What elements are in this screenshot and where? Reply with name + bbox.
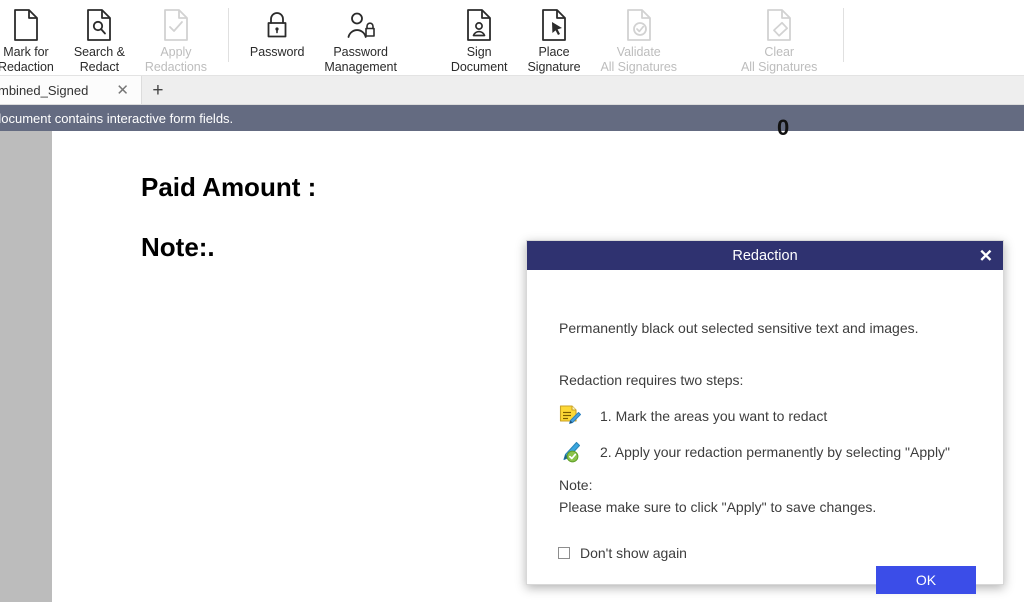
dialog-step-2-text: 2. Apply your redaction permanently by s… bbox=[600, 444, 951, 460]
application-window: Mark for Redaction Search & Redact Apply… bbox=[0, 0, 1024, 602]
toolbar-button-search-and-redact[interactable]: Search & Redact bbox=[64, 0, 135, 76]
redaction-toolbar: Mark for Redaction Search & Redact Apply… bbox=[0, 0, 1024, 76]
validate-all-signatures-icon bbox=[626, 8, 652, 42]
dialog-body: Permanently black out selected sensitive… bbox=[527, 270, 1003, 594]
toolbar-label-password-management: Password Management bbox=[324, 45, 397, 74]
toolbar-button-validate-all-signatures[interactable]: Validate All Signatures bbox=[591, 0, 687, 76]
dialog-step-1: 1. Mark the areas you want to redact bbox=[557, 403, 827, 429]
dialog-note-text: Please make sure to click "Apply" to sav… bbox=[559, 499, 877, 515]
toolbar-button-mark-for-redaction[interactable]: Mark for Redaction bbox=[0, 0, 64, 76]
form-fields-notification-bar: document contains interactive form field… bbox=[0, 105, 1024, 131]
toolbar-label-validate-all-signatures: Validate All Signatures bbox=[600, 45, 677, 74]
tab-combined-signed[interactable]: mbined_Signed ✕ bbox=[0, 76, 142, 104]
toolbar-button-sign-document[interactable]: Sign Document bbox=[441, 0, 518, 76]
search-and-redact-icon bbox=[86, 8, 112, 42]
dialog-step-1-text: 1. Mark the areas you want to redact bbox=[600, 408, 828, 424]
mark-for-redaction-icon bbox=[13, 8, 39, 42]
ok-button[interactable]: OK bbox=[876, 566, 976, 594]
dont-show-again-checkbox-row[interactable]: Don't show again bbox=[558, 545, 687, 561]
toolbar-label-apply-redactions: Apply Redactions bbox=[144, 45, 207, 74]
toolbar-button-password-management[interactable]: Password Management bbox=[314, 0, 406, 76]
document-tab-bar: mbined_Signed ✕ + bbox=[0, 76, 1024, 105]
apply-redaction-highlighter-check-icon bbox=[557, 439, 583, 465]
tab-title: mbined_Signed bbox=[0, 82, 89, 98]
toolbar-button-place-signature[interactable]: Place Signature bbox=[517, 0, 590, 76]
toolbar-label-clear-all-signatures: Clear All Signatures bbox=[740, 45, 818, 74]
dialog-steps-label: Redaction requires two steps: bbox=[559, 372, 744, 388]
dialog-step-2: 2. Apply your redaction permanently by s… bbox=[557, 439, 950, 465]
form-field-value[interactable]: 0 bbox=[777, 115, 789, 141]
dialog-note-label: Note: bbox=[559, 477, 593, 493]
toolbar-label-password: Password bbox=[249, 45, 305, 59]
password-management-icon bbox=[345, 8, 377, 42]
notification-message: document contains interactive form field… bbox=[0, 110, 234, 126]
toolbar-label-mark-for-redaction: Mark for Redaction bbox=[0, 45, 54, 74]
toolbar-button-clear-all-signatures[interactable]: Clear All Signatures bbox=[731, 0, 827, 76]
dont-show-again-checkbox[interactable] bbox=[558, 547, 570, 559]
dont-show-again-label: Don't show again bbox=[580, 545, 687, 561]
redaction-dialog: Redaction ✕ Permanently black out select… bbox=[526, 240, 1004, 594]
toolbar-button-apply-redactions[interactable]: Apply Redactions bbox=[135, 0, 217, 76]
toolbar-divider-1 bbox=[227, 8, 229, 62]
plus-icon[interactable]: + bbox=[142, 76, 174, 104]
toolbar-button-password[interactable]: Password bbox=[240, 0, 314, 76]
toolbar-label-sign-document: Sign Document bbox=[450, 45, 508, 74]
place-signature-icon bbox=[541, 8, 567, 42]
toolbar-divider-2 bbox=[843, 8, 845, 62]
toolbar-label-search-and-redact: Search & Redact bbox=[73, 45, 125, 74]
clear-all-signatures-icon bbox=[766, 8, 792, 42]
dialog-title: Redaction bbox=[732, 247, 798, 264]
note-label: Note:. bbox=[141, 232, 215, 262]
dialog-titlebar: Redaction ✕ bbox=[527, 241, 1003, 270]
sign-document-icon bbox=[466, 8, 492, 42]
close-icon[interactable]: ✕ bbox=[979, 247, 993, 264]
apply-redactions-icon bbox=[163, 8, 189, 42]
mark-areas-pencil-document-icon bbox=[557, 403, 583, 429]
password-icon bbox=[263, 8, 291, 42]
toolbar-label-place-signature: Place Signature bbox=[527, 45, 581, 74]
paid-amount-label: Paid Amount : bbox=[141, 172, 317, 202]
close-icon[interactable]: ✕ bbox=[114, 83, 131, 98]
dialog-intro-text: Permanently black out selected sensitive… bbox=[559, 320, 919, 336]
